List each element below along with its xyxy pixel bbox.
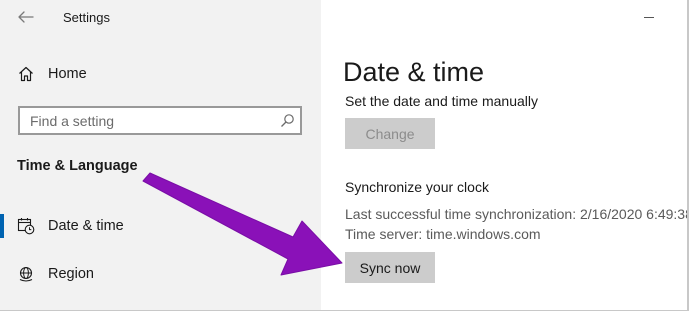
- sync-now-button[interactable]: Sync now: [345, 252, 435, 283]
- search-icon[interactable]: [280, 113, 295, 128]
- sidebar-item-region-label: Region: [48, 266, 94, 282]
- section-heading: Time & Language: [17, 158, 138, 174]
- back-button[interactable]: [14, 6, 38, 28]
- last-sync-text: Last successful time synchronization: 2/…: [345, 206, 689, 222]
- time-server-text: Time server: time.windows.com: [345, 226, 541, 242]
- search-box[interactable]: [18, 106, 302, 135]
- clock-calendar-icon: [17, 217, 35, 235]
- sidebar: Settings Home Time & Language: [0, 0, 321, 311]
- app-title: Settings: [63, 10, 110, 25]
- sidebar-item-date-time-label: Date & time: [48, 218, 124, 234]
- sidebar-item-home[interactable]: Home: [0, 57, 321, 91]
- page-title: Date & time: [343, 57, 485, 87]
- home-icon: [17, 65, 35, 83]
- sidebar-item-region[interactable]: Region: [0, 257, 321, 291]
- change-button[interactable]: Change: [345, 118, 435, 149]
- globe-icon: [17, 265, 35, 283]
- back-arrow-icon: [18, 11, 34, 23]
- sidebar-item-date-time[interactable]: Date & time: [0, 209, 321, 243]
- search-input[interactable]: [30, 108, 270, 133]
- set-manually-label: Set the date and time manually: [345, 93, 539, 109]
- minimize-button[interactable]: [639, 8, 669, 28]
- sidebar-item-home-label: Home: [48, 66, 87, 82]
- sync-clock-heading: Synchronize your clock: [345, 179, 489, 195]
- settings-window: Settings Home Time & Language: [0, 0, 689, 311]
